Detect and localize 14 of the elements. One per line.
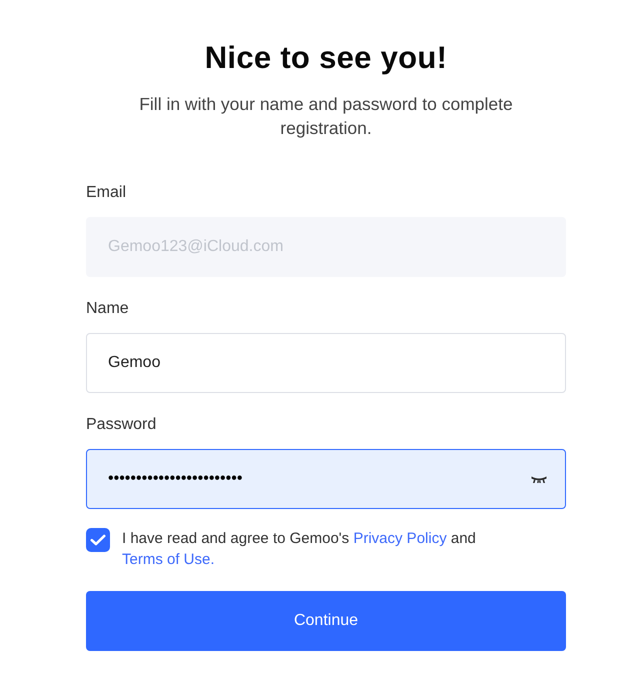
field-label: Password	[86, 415, 158, 435]
agree-checkbox[interactable]	[86, 528, 110, 552]
policy-link[interactable]: Terms of Use.	[122, 551, 215, 568]
password-field[interactable]: ••••••••••••••••••••••••	[86, 449, 566, 509]
continue-button[interactable]: Continue	[86, 591, 566, 651]
field-label: Name	[86, 299, 130, 319]
field-label: Email	[86, 183, 128, 203]
closed-eye-icon[interactable]	[531, 476, 547, 483]
input-field[interactable]: Gemoo	[86, 333, 566, 393]
page-title: Nice to see you!	[204, 40, 448, 76]
page-subtitle: Fill in with your name and password to complete registration.	[138, 93, 514, 140]
policy-link[interactable]: Privacy Policy	[353, 530, 447, 547]
agreement-text: I have read and agree to Gemoo's Privacy Policy and Terms of Use.	[122, 529, 477, 570]
checkmark-icon	[90, 534, 106, 546]
